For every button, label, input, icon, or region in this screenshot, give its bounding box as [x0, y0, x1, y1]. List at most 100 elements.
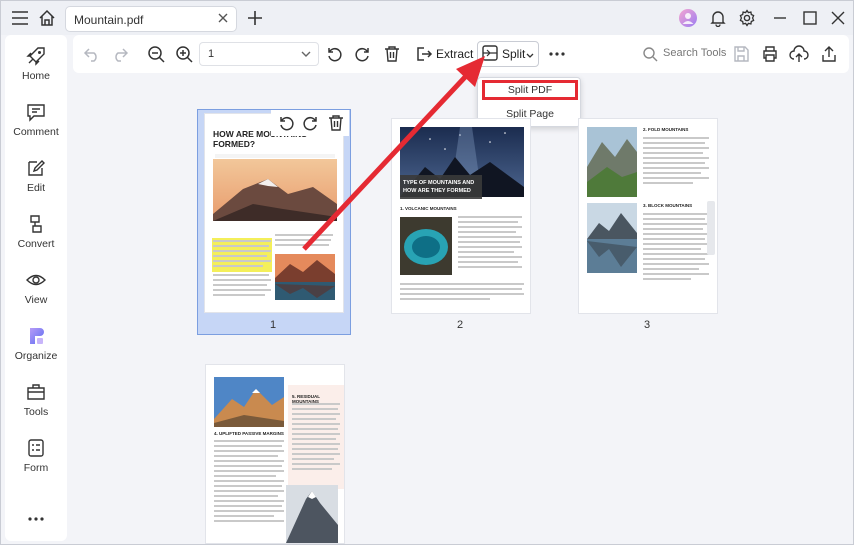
extract-button-label[interactable]: Extract: [436, 47, 473, 61]
text-line: [458, 251, 514, 253]
more-options-icon[interactable]: [5, 509, 67, 529]
page-3-fold-image: [587, 127, 637, 197]
page-thumbnail-1[interactable]: HOW ARE MOUNTAINS FORMED?: [204, 113, 344, 313]
toolbox-icon: [27, 384, 45, 400]
text-line: [213, 265, 263, 267]
sidebar-item-comment[interactable]: Comment: [5, 101, 67, 153]
rotate-left-icon[interactable]: [277, 114, 295, 137]
sidebar-item-label: Convert: [17, 238, 55, 250]
zoom-out-icon[interactable]: [145, 43, 167, 65]
sidebar-item-form[interactable]: Form: [5, 437, 67, 489]
text-line: [214, 520, 284, 522]
page-thumbnail-3[interactable]: 2. FOLD MOUNTAINS 3. BLOCK MOUNTAINS: [578, 118, 718, 314]
text-line: [643, 167, 709, 169]
text-line: [400, 288, 522, 290]
page-thumbnail-2[interactable]: TYPE OF MOUNTAINS AND HOW ARE THEY FORME…: [391, 118, 531, 314]
new-tab-icon[interactable]: [244, 7, 266, 29]
avatar[interactable]: [677, 7, 699, 29]
home-icon[interactable]: [36, 7, 58, 29]
undo-icon[interactable]: [81, 43, 103, 65]
text-line: [292, 423, 340, 425]
text-line: [213, 294, 265, 296]
page-4-subheading-1: 4. UPLIFTED PASSIVE MARGINS: [214, 431, 284, 436]
redo-icon[interactable]: [109, 43, 131, 65]
text-line: [643, 172, 701, 174]
close-window-icon[interactable]: [827, 7, 849, 29]
extract-icon[interactable]: [413, 43, 435, 65]
close-tab-icon[interactable]: [216, 11, 230, 30]
gear-icon[interactable]: [736, 7, 758, 29]
text-line: [214, 475, 276, 477]
trash-icon[interactable]: [327, 114, 345, 137]
text-line: [213, 289, 271, 291]
text-line: [292, 413, 340, 415]
split-button[interactable]: Split: [477, 41, 539, 67]
text-line: [214, 480, 284, 482]
text-line: [214, 490, 284, 492]
text-line: [213, 284, 267, 286]
page-number-label-3: 3: [643, 319, 651, 331]
toolbar: 1 Extract Split Search Tools: [73, 35, 849, 73]
rotate-right-icon[interactable]: [302, 114, 320, 137]
text-line: [214, 455, 278, 457]
text-line: [643, 147, 709, 149]
minimize-icon[interactable]: [769, 7, 791, 29]
bell-icon[interactable]: [707, 7, 729, 29]
print-icon[interactable]: [759, 43, 781, 65]
sidebar-item-tools[interactable]: Tools: [5, 381, 67, 433]
maximize-icon[interactable]: [799, 7, 821, 29]
text-line: [213, 240, 271, 242]
cloud-upload-icon[interactable]: [788, 43, 810, 65]
page-number-value: 1: [208, 48, 215, 60]
share-icon[interactable]: [818, 43, 840, 65]
sidebar-item-edit[interactable]: Edit: [5, 157, 67, 209]
text-line: [643, 238, 705, 240]
chevron-down-icon: [300, 48, 312, 63]
search-tools-input[interactable]: Search Tools: [663, 47, 726, 59]
text-line: [213, 245, 269, 247]
zoom-in-icon[interactable]: [173, 43, 195, 65]
text-line: [643, 137, 709, 139]
document-tab[interactable]: Mountain.pdf: [65, 6, 237, 32]
more-tools-icon[interactable]: [546, 43, 568, 65]
hamburger-menu-icon[interactable]: [9, 7, 31, 29]
sidebar-item-convert[interactable]: Convert: [5, 213, 67, 265]
text-line: [292, 448, 338, 450]
sidebar-item-view[interactable]: View: [5, 269, 67, 321]
text-line: [214, 495, 278, 497]
text-line: [643, 223, 709, 225]
page-number-select[interactable]: 1: [199, 42, 319, 66]
text-line: [643, 157, 709, 159]
split-pdf-menu-item[interactable]: Split PDF: [482, 80, 578, 100]
text-line: [275, 239, 331, 241]
thumbnail-scrollbar[interactable]: [707, 201, 715, 255]
rotate-right-icon[interactable]: [352, 43, 374, 65]
text-line: [643, 273, 709, 275]
text-line: [292, 443, 340, 445]
sidebar-item-organize[interactable]: Organize: [5, 325, 67, 377]
convert-icon: [30, 215, 42, 233]
page-thumbnail-4[interactable]: 4. UPLIFTED PASSIVE MARGINS 5. RESIDUAL …: [205, 364, 345, 544]
text-line: [643, 213, 709, 215]
text-line: [643, 152, 703, 154]
page-3-block-image: [587, 203, 637, 273]
sidebar-item-home[interactable]: Home: [5, 45, 67, 97]
text-line: [275, 234, 333, 236]
text-line: [214, 515, 274, 517]
text-line: [292, 458, 334, 460]
text-line: [214, 510, 284, 512]
text-line: [458, 266, 522, 268]
text-line: [643, 228, 703, 230]
save-icon[interactable]: [730, 43, 752, 65]
page-2-heading: TYPE OF MOUNTAINS AND HOW ARE THEY FORME…: [403, 180, 475, 194]
page-3-subheading-2: 3. BLOCK MOUNTAINS: [643, 203, 693, 208]
page-2-crater-image: [400, 217, 452, 275]
text-line: [292, 408, 338, 410]
page-number-label-1: 1: [269, 319, 277, 331]
sidebar-item-label: Home: [21, 70, 50, 82]
text-line: [643, 253, 709, 255]
rotate-left-icon[interactable]: [323, 43, 345, 65]
trash-icon[interactable]: [381, 43, 403, 65]
page-2-subheading: 1. VOLCANIC MOUNTAINS: [400, 206, 457, 211]
text-line: [643, 243, 709, 245]
